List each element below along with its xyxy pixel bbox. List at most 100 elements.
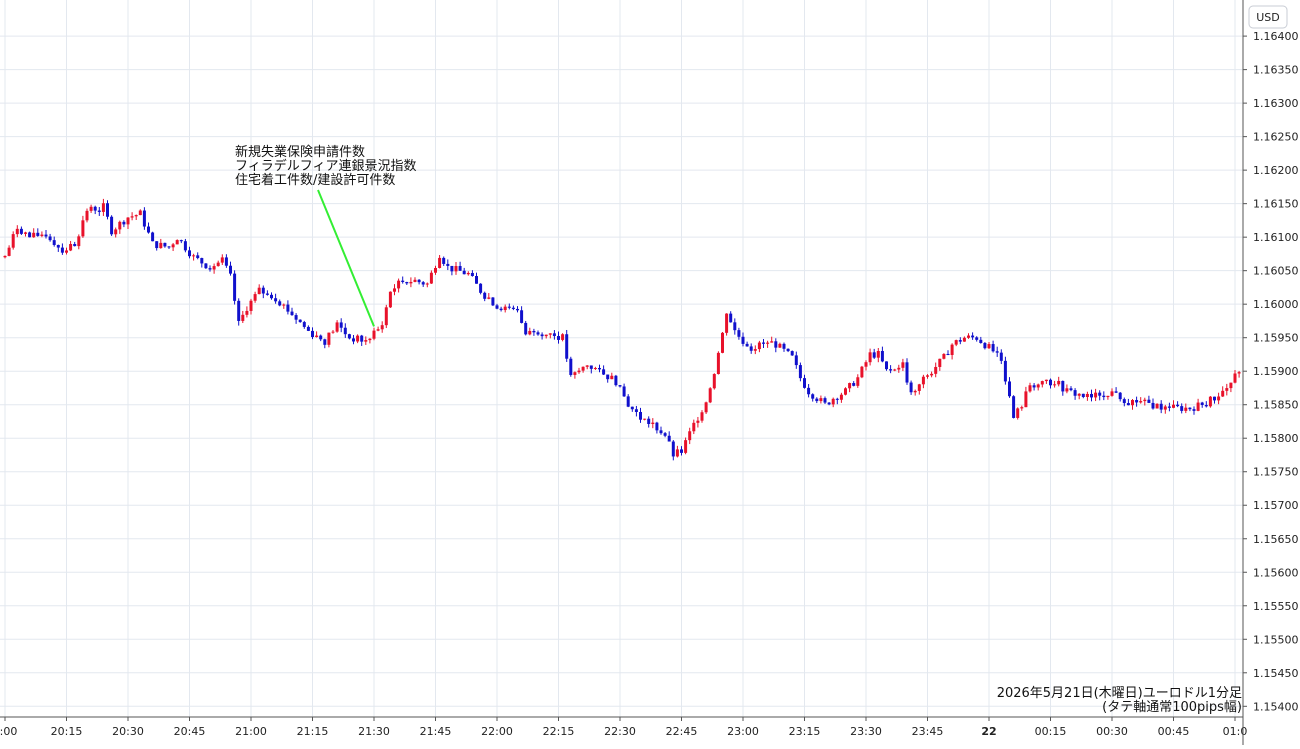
candle [663, 431, 667, 438]
candle [28, 231, 32, 238]
candle [696, 416, 700, 428]
candle-body [893, 369, 897, 371]
candle-body [253, 294, 257, 301]
candle-body [196, 255, 200, 259]
candle-body [110, 216, 114, 235]
candle [237, 298, 241, 326]
candle-body [368, 338, 372, 341]
candle-body [901, 362, 905, 368]
candle-body [745, 343, 749, 347]
candle [475, 272, 478, 284]
candle [1114, 387, 1118, 394]
candle-body [339, 322, 343, 328]
candle [606, 374, 610, 383]
candle [122, 220, 126, 228]
candle [65, 247, 68, 255]
candle [376, 326, 380, 332]
candle-body [175, 240, 179, 245]
candle-body [28, 232, 32, 238]
candle [938, 358, 942, 371]
candle [52, 236, 56, 247]
candle [352, 335, 355, 345]
candle-body [975, 337, 979, 340]
candle [1024, 386, 1028, 408]
candle [265, 290, 269, 296]
candle [581, 366, 585, 373]
y-tick-label: 1.15650 [1253, 533, 1299, 546]
candle [868, 348, 872, 366]
candle [425, 282, 429, 288]
candle-body [643, 418, 647, 420]
footer-line-2: (タテ軸通常100pips幅) [1102, 700, 1242, 715]
candle-body [233, 273, 237, 301]
candle [954, 339, 958, 347]
candle [811, 393, 815, 402]
candle-body [352, 338, 355, 342]
candle-body [1229, 382, 1233, 389]
candle [11, 231, 15, 250]
candle [987, 341, 991, 350]
candle-body [987, 344, 991, 349]
candle [212, 263, 216, 274]
candle-body [552, 333, 556, 337]
candlestick-chart: 新規失業保険申請件数 フィラデルフィア連銀景況指数 住宅着工件数/建設許可件数 … [0, 0, 1300, 745]
candle-body [200, 258, 204, 264]
candle-body [1135, 400, 1139, 403]
y-tick-label: 1.16050 [1253, 265, 1299, 278]
candle [856, 374, 860, 388]
candle-body [93, 206, 97, 211]
candle-body [680, 449, 683, 453]
candle [175, 239, 179, 245]
candle-body [44, 234, 48, 237]
candle [774, 338, 778, 353]
candle-body [774, 341, 778, 348]
candle-body [294, 315, 298, 320]
candle [85, 208, 89, 223]
candle [216, 260, 220, 267]
candle-body [1200, 402, 1204, 405]
candle [1176, 401, 1180, 408]
candle-body [897, 367, 901, 370]
candle [15, 225, 19, 238]
x-tick-label: 22:30 [604, 725, 636, 738]
y-tick-label: 1.15450 [1253, 667, 1299, 680]
candle [106, 200, 109, 220]
candle-body [913, 390, 917, 393]
candle-body [425, 283, 429, 285]
candle-body [462, 270, 466, 275]
candle-body [561, 334, 565, 340]
candle-body [725, 313, 729, 333]
candle-body [880, 350, 884, 362]
candle-body [876, 350, 880, 358]
candle [1159, 400, 1163, 414]
candle [926, 374, 929, 379]
candle [233, 270, 237, 305]
candle [1221, 386, 1225, 397]
x-tick-label: 20:15 [51, 725, 83, 738]
candle-body [85, 210, 89, 221]
candle-body [684, 440, 688, 453]
candle [864, 360, 868, 371]
candle-body [1094, 392, 1098, 398]
candle [450, 265, 454, 276]
candle-body [466, 272, 470, 275]
candle-body [889, 369, 893, 371]
candle-body [499, 308, 503, 311]
candle-body [1085, 393, 1089, 397]
candle-body [106, 203, 109, 217]
candle-body [286, 304, 290, 312]
candle-body [1233, 373, 1237, 383]
candle-body [302, 322, 306, 327]
candle-body [1090, 393, 1093, 398]
candle [602, 365, 606, 375]
candle-body [142, 210, 146, 227]
candle [56, 244, 60, 252]
candle [327, 332, 331, 348]
candle [725, 313, 729, 336]
candle-body [429, 272, 433, 284]
x-tick-label: 21:30 [358, 725, 390, 738]
candle [413, 277, 417, 283]
candle-body [708, 388, 712, 403]
candle-body [311, 330, 314, 338]
candle-body [528, 330, 532, 335]
